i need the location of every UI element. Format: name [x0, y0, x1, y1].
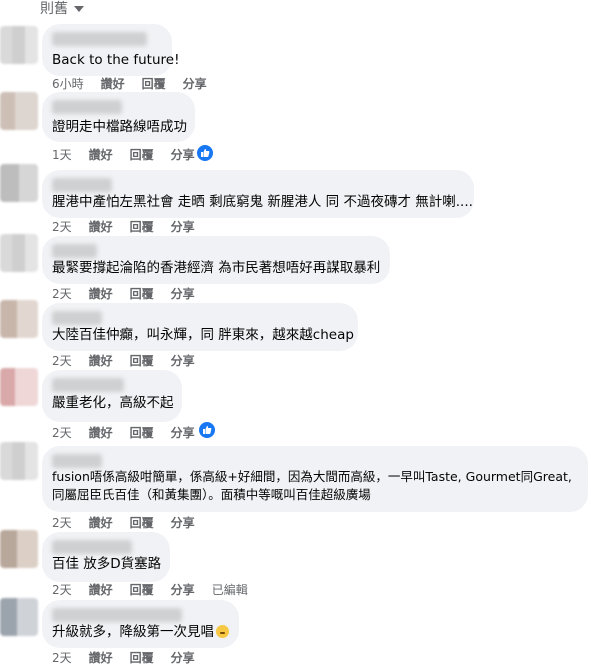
like-reaction-icon[interactable] [197, 145, 213, 161]
comment-time[interactable]: 2天 [52, 649, 72, 666]
avatar[interactable] [0, 530, 38, 568]
sort-dropdown[interactable]: 則舊 [40, 0, 84, 18]
sort-label: 則舊 [40, 1, 68, 17]
reply-button[interactable]: 回覆 [130, 146, 154, 163]
commenter-name[interactable] [52, 100, 122, 114]
reply-button[interactable]: 回覆 [130, 649, 154, 666]
like-reaction-icon[interactable] [199, 422, 215, 438]
comment-actions: 2天 讚好 回覆 分享 已編輯 [52, 581, 248, 598]
comment-bubble: 升級就多，降級第一次見唱 [42, 600, 239, 648]
comment-bubble: Back to the future! [42, 24, 180, 76]
share-button[interactable]: 分享 [171, 514, 195, 531]
comment-time[interactable]: 2天 [52, 352, 72, 369]
comment-time[interactable]: 1天 [52, 146, 72, 163]
like-button[interactable]: 讚好 [89, 649, 113, 666]
grimace-emoji-icon [216, 625, 229, 638]
share-button[interactable]: 分享 [183, 75, 207, 92]
reply-button[interactable]: 回覆 [130, 514, 154, 531]
comment-text-content: 升級就多，降級第一次見唱 [52, 624, 214, 640]
comment-time[interactable]: 2天 [52, 285, 72, 302]
like-button[interactable]: 讚好 [89, 424, 113, 441]
like-button[interactable]: 讚好 [89, 514, 113, 531]
like-button[interactable]: 讚好 [89, 218, 113, 235]
share-button[interactable]: 分享 [171, 352, 195, 369]
avatar[interactable] [0, 234, 38, 272]
avatar[interactable] [0, 368, 38, 406]
commenter-name[interactable] [52, 178, 112, 192]
comment-time[interactable]: 2天 [52, 218, 72, 235]
avatar[interactable] [0, 442, 38, 480]
comment-bubble: 腥港中產怕左黑社會 走晒 剩底窮鬼 新腥港人 同 不過夜磚才 無計喇.... [42, 170, 474, 218]
commenter-name[interactable] [52, 244, 97, 258]
comment-actions: 6小時 讚好 回覆 分享 [52, 75, 207, 92]
reply-button[interactable]: 回覆 [130, 581, 154, 598]
share-button[interactable]: 分享 [171, 218, 195, 235]
commenter-name[interactable] [52, 540, 132, 554]
comment-actions: 2天 讚好 回覆 分享 [52, 424, 195, 441]
comment-bubble: 嚴重老化，高級不起 [42, 370, 182, 422]
chevron-down-icon [74, 6, 84, 12]
thumbs-up-icon [203, 426, 212, 434]
share-button[interactable]: 分享 [171, 581, 195, 598]
comment-time[interactable]: 2天 [52, 514, 72, 531]
comment-text: 嚴重老化，高級不起 [52, 395, 174, 411]
comment-text: Back to the future! [52, 52, 180, 68]
comment-actions: 2天 讚好 回覆 分享 [52, 352, 195, 369]
reply-button[interactable]: 回覆 [130, 352, 154, 369]
comment-text: 升級就多，降級第一次見唱 [52, 622, 229, 642]
commenter-name[interactable] [52, 311, 102, 325]
like-button[interactable]: 讚好 [89, 581, 113, 598]
commenter-name[interactable] [52, 608, 182, 622]
comment-actions: 2天 讚好 回覆 分享 [52, 649, 195, 666]
share-button[interactable]: 分享 [171, 285, 195, 302]
comment-time[interactable]: 6小時 [52, 75, 84, 92]
comment-bubble: 大陸百佳仲癲，叫永輝，同 胖東來，越來越cheap [42, 303, 358, 351]
comment-text: 百佳 放多D貨塞路 [52, 556, 162, 572]
comment-actions: 2天 讚好 回覆 分享 [52, 218, 195, 235]
like-button[interactable]: 讚好 [89, 285, 113, 302]
thumbs-up-icon [201, 149, 210, 157]
comment-bubble: 證明走中檔路線唔成功 [42, 92, 195, 142]
comment-bubble: 百佳 放多D貨塞路 [42, 532, 170, 582]
commenter-name[interactable] [52, 378, 124, 392]
reply-button[interactable]: 回覆 [130, 424, 154, 441]
avatar[interactable] [0, 598, 38, 636]
edited-label: 已編輯 [211, 583, 248, 597]
commenter-name[interactable] [52, 454, 102, 468]
comment-text: 證明走中檔路線唔成功 [52, 119, 187, 135]
reply-button[interactable]: 回覆 [130, 285, 154, 302]
avatar[interactable] [0, 300, 38, 338]
comment-time[interactable]: 2天 [52, 424, 72, 441]
share-button[interactable]: 分享 [171, 649, 195, 666]
share-button[interactable]: 分享 [171, 146, 195, 163]
comment-bubble: fusion唔係高級咁簡單，係高級+好細間，因為大間而高級，一早叫Taste, … [42, 446, 588, 512]
avatar[interactable] [0, 164, 38, 202]
comment-text: 大陸百佳仲癲，叫永輝，同 胖東來，越來越cheap [52, 327, 354, 343]
like-button[interactable]: 讚好 [89, 352, 113, 369]
like-button[interactable]: 讚好 [101, 75, 125, 92]
comment-text: fusion唔係高級咁簡單，係高級+好細間，因為大間而高級，一早叫Taste, … [52, 469, 572, 502]
comment-text: 最緊要撐起淪陷的香港經濟 為市民著想唔好再謀取暴利 [52, 260, 381, 276]
like-button[interactable]: 讚好 [89, 146, 113, 163]
comment-actions: 2天 讚好 回覆 分享 [52, 285, 195, 302]
comment-time[interactable]: 2天 [52, 581, 72, 598]
avatar[interactable] [0, 26, 38, 64]
commenter-name[interactable] [52, 32, 147, 46]
reply-button[interactable]: 回覆 [130, 218, 154, 235]
comment-actions: 2天 讚好 回覆 分享 [52, 514, 195, 531]
comment-bubble: 最緊要撐起淪陷的香港經濟 為市民著想唔好再謀取暴利 [42, 236, 390, 284]
comment-actions: 1天 讚好 回覆 分享 [52, 146, 195, 163]
comment-text: 腥港中產怕左黑社會 走晒 剩底窮鬼 新腥港人 同 不過夜磚才 無計喇.... [52, 194, 473, 210]
reply-button[interactable]: 回覆 [142, 75, 166, 92]
avatar[interactable] [0, 92, 38, 130]
share-button[interactable]: 分享 [171, 424, 195, 441]
